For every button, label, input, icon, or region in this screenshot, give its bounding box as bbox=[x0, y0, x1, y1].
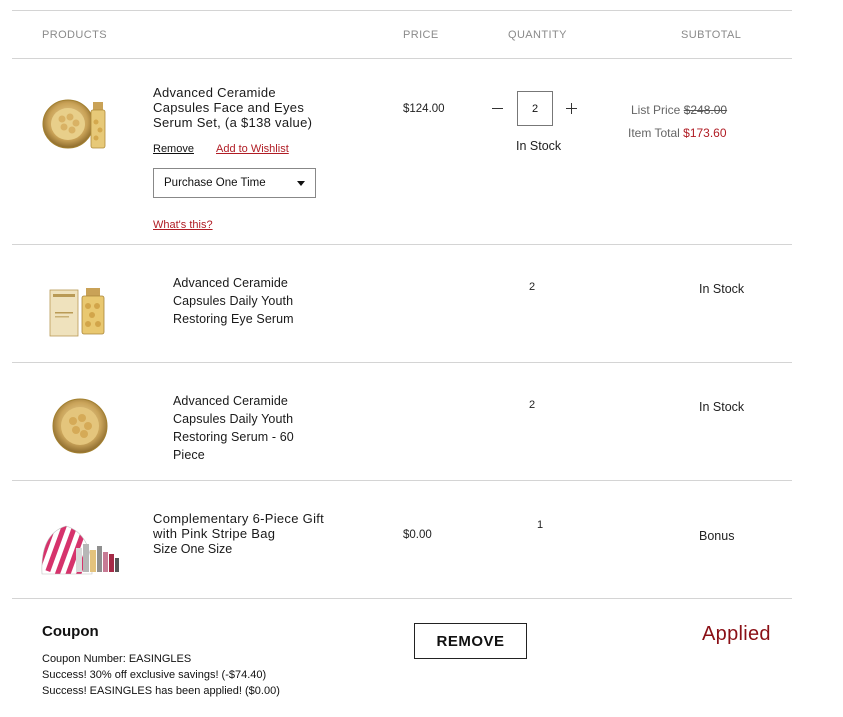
stock-status: In Stock bbox=[699, 400, 745, 414]
stock-status: In Stock bbox=[516, 139, 562, 153]
item-price: $0.00 bbox=[403, 529, 432, 541]
product-name-eye-serum[interactable]: Advanced Ceramide Capsules Daily Youth R… bbox=[173, 274, 294, 328]
quantity-increase-button[interactable] bbox=[564, 101, 580, 117]
product-name-restoring-serum[interactable]: Advanced Ceramide Capsules Daily Youth R… bbox=[173, 392, 294, 464]
bonus-status: Bonus bbox=[699, 529, 735, 543]
product-name-line: Restoring Serum - 60 bbox=[173, 430, 294, 444]
coupon-title: Coupon bbox=[42, 623, 99, 640]
whats-this-link[interactable]: What's this? bbox=[153, 219, 213, 231]
coupon-status: Applied bbox=[702, 623, 771, 645]
product-size: Size One Size bbox=[153, 542, 233, 556]
remove-item-link[interactable]: Remove bbox=[153, 143, 194, 155]
quantity-value: 1 bbox=[537, 519, 544, 531]
item-price: $124.00 bbox=[403, 103, 445, 115]
quantity-value: 2 bbox=[529, 399, 536, 411]
list-price: List Price $248.00 bbox=[631, 103, 727, 117]
purchase-option-select[interactable]: Purchase One Time bbox=[153, 168, 316, 198]
divider-row-3 bbox=[12, 480, 792, 481]
product-name-line: Capsules Daily Youth bbox=[173, 412, 294, 426]
column-header-quantity: QUANTITY bbox=[508, 29, 567, 41]
product-name-line: Advanced Ceramide bbox=[173, 276, 288, 290]
list-price-label: List Price bbox=[631, 103, 681, 117]
item-total-label: Item Total bbox=[628, 126, 680, 140]
column-header-price: PRICE bbox=[403, 29, 439, 41]
product-name-line: Serum Set, (a $138 value) bbox=[153, 115, 313, 130]
quantity-decrease-button[interactable] bbox=[490, 101, 506, 117]
column-header-products: PRODUCTS bbox=[42, 29, 107, 41]
purchase-option-value: Purchase One Time bbox=[164, 177, 266, 189]
add-to-wishlist-link[interactable]: Add to Wishlist bbox=[216, 143, 289, 155]
quantity-input[interactable]: 2 bbox=[517, 91, 553, 126]
coupon-applied-message: Success! EASINGLES has been applied! ($0… bbox=[42, 685, 280, 697]
product-name-line: Piece bbox=[173, 448, 205, 462]
product-name-gift-bag[interactable]: Complementary 6-Piece Gift with Pink Str… bbox=[153, 511, 324, 541]
divider-top bbox=[12, 10, 792, 11]
product-image-gift-bag bbox=[41, 525, 119, 575]
product-name-line: with Pink Stripe Bag bbox=[153, 526, 276, 541]
coupon-number: Coupon Number: EASINGLES bbox=[42, 653, 192, 665]
product-name-face-eyes-set[interactable]: Advanced Ceramide Capsules Face and Eyes… bbox=[153, 85, 312, 130]
quantity-value: 2 bbox=[531, 102, 539, 115]
caret-down-icon bbox=[297, 180, 305, 186]
item-total: Item Total $173.60 bbox=[628, 126, 727, 140]
product-name-line: Capsules Daily Youth bbox=[173, 294, 294, 308]
divider-row-4 bbox=[12, 598, 792, 599]
remove-coupon-button[interactable]: REMOVE bbox=[414, 623, 527, 659]
product-image-face-eyes-set bbox=[42, 99, 106, 149]
coupon-success-message: Success! 30% off exclusive savings! (-$7… bbox=[42, 669, 267, 681]
product-image-restoring-serum bbox=[52, 398, 108, 454]
divider-header bbox=[12, 58, 792, 59]
product-name-line: Complementary 6-Piece Gift bbox=[153, 511, 325, 526]
product-name-line: Restoring Eye Serum bbox=[173, 312, 294, 326]
product-name-line: Advanced Ceramide bbox=[153, 85, 276, 100]
divider-row-2 bbox=[12, 362, 792, 363]
product-image-eye-serum bbox=[49, 288, 105, 337]
product-name-line: Advanced Ceramide bbox=[173, 394, 288, 408]
stock-status: In Stock bbox=[699, 282, 745, 296]
list-price-value: $248.00 bbox=[683, 103, 728, 117]
column-header-subtotal: SUBTOTAL bbox=[681, 29, 742, 41]
product-name-line: Capsules Face and Eyes bbox=[153, 100, 305, 115]
item-total-value: $173.60 bbox=[683, 126, 727, 140]
divider-row-1 bbox=[12, 244, 792, 245]
quantity-value: 2 bbox=[529, 281, 536, 293]
